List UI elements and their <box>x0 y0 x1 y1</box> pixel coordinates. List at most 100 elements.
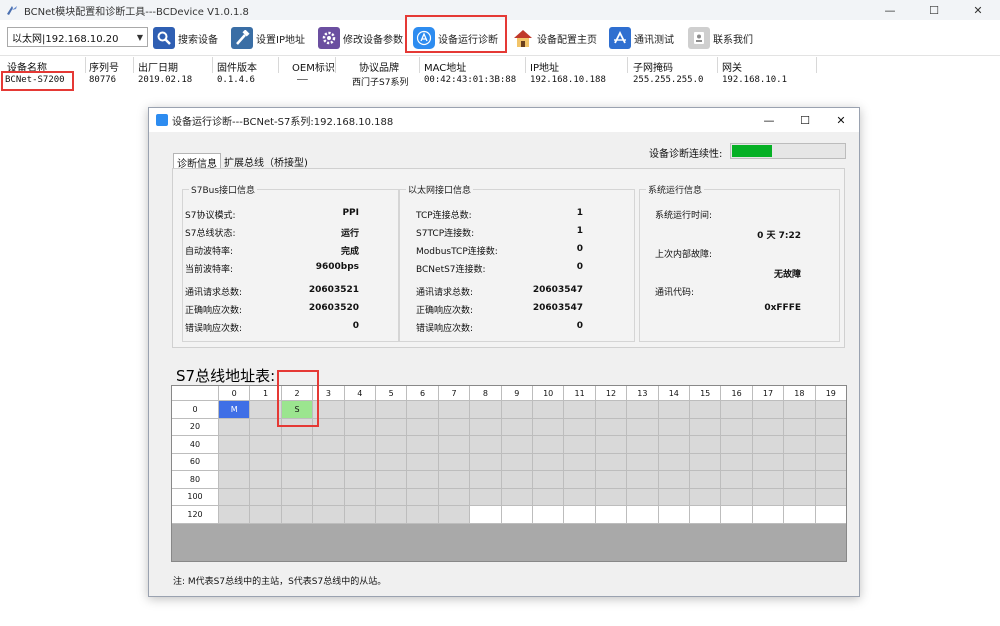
address-cell <box>438 436 471 454</box>
master-station-cell: M <box>219 401 251 419</box>
address-cell <box>533 506 565 524</box>
chevron-down-icon: ▼ <box>136 33 143 42</box>
fault-label: 上次内部故障: <box>655 250 713 260</box>
col-ip[interactable]: IP地址 <box>530 59 559 74</box>
col-gateway[interactable]: 网关 <box>722 59 742 74</box>
field-label: 当前波特率: <box>185 265 234 275</box>
network-adapter-select[interactable]: 以太网|192.168.10.20 ▼ <box>7 27 148 47</box>
column-header: 6 <box>407 386 439 401</box>
column-divider <box>85 57 86 73</box>
address-cell <box>533 471 565 489</box>
cell-gateway: 192.168.10.1 <box>722 75 788 85</box>
address-cell <box>344 453 376 471</box>
column-header: 7 <box>438 386 471 401</box>
column-divider <box>335 57 336 73</box>
address-cell <box>784 506 816 524</box>
col-mac[interactable]: MAC地址 <box>424 59 466 74</box>
address-cell <box>313 471 345 489</box>
address-cell <box>721 471 753 489</box>
address-cell <box>815 436 846 454</box>
address-cell <box>533 488 565 506</box>
address-cell <box>595 401 628 419</box>
group-title: S7Bus接口信息 <box>189 183 258 196</box>
column-divider <box>212 57 213 73</box>
col-date[interactable]: 出厂日期 <box>138 59 178 74</box>
dialog-minimize-button[interactable]: — <box>751 108 787 132</box>
address-cell <box>533 401 565 419</box>
address-cell <box>690 401 722 419</box>
config-home-button[interactable]: 设备配置主页 <box>512 23 597 53</box>
address-cell <box>815 401 846 419</box>
address-cell <box>721 453 753 471</box>
column-header: 9 <box>501 386 533 401</box>
address-cell <box>470 436 502 454</box>
address-cell <box>501 506 533 524</box>
field-value: 1 <box>576 226 583 236</box>
address-cell <box>438 418 471 436</box>
address-cell <box>752 471 785 489</box>
address-cell <box>407 401 439 419</box>
cell-oem: —— <box>297 75 308 85</box>
address-cell <box>438 488 471 506</box>
minimize-button[interactable]: — <box>868 0 912 20</box>
comm-test-button[interactable]: 通讯测试 <box>609 23 674 53</box>
address-cell <box>407 471 439 489</box>
address-cell <box>376 401 408 419</box>
comm-code-label: 通讯代码: <box>655 288 695 298</box>
address-cell <box>784 453 816 471</box>
address-cell <box>658 418 690 436</box>
column-header: 5 <box>376 386 408 401</box>
address-cell <box>407 506 439 524</box>
dialog-close-button[interactable]: ✕ <box>823 108 859 132</box>
address-cell <box>690 471 722 489</box>
col-subnet[interactable]: 子网掩码 <box>633 59 673 74</box>
maximize-button[interactable]: ☐ <box>912 0 956 20</box>
field-label: 自动波特率: <box>185 247 234 257</box>
col-oem[interactable]: OEM标识 <box>292 59 335 74</box>
table-row[interactable]: BCNet-S7200 80776 2019.02.18 0.1.4.6 —— … <box>0 73 1000 89</box>
grid-corner-cell <box>172 386 219 401</box>
cell-brand: 西门子S7系列 <box>352 78 409 88</box>
address-cell <box>281 453 314 471</box>
address-cell <box>564 436 596 454</box>
field-value: 0 <box>576 321 583 331</box>
column-header: 12 <box>595 386 628 401</box>
address-cell <box>564 453 596 471</box>
address-cell <box>501 488 533 506</box>
address-cell <box>815 418 846 436</box>
runtime-label: 系统运行时间: <box>655 211 713 221</box>
field-label: ModbusTCP连接数: <box>416 247 498 257</box>
address-cell <box>752 506 785 524</box>
col-brand[interactable]: 协议品牌 <box>359 59 399 74</box>
search-device-button[interactable]: 搜索设备 <box>153 23 218 53</box>
row-header: 20 <box>172 418 219 436</box>
close-button[interactable]: ✕ <box>956 0 1000 20</box>
address-cell <box>752 436 785 454</box>
address-cell <box>470 453 502 471</box>
set-ip-button[interactable]: 设置IP地址 <box>231 23 305 53</box>
col-firmware[interactable]: 固件版本 <box>217 59 257 74</box>
address-cell <box>344 401 376 419</box>
address-cell <box>627 436 659 454</box>
ethernet-group: 以太网接口信息 TCP连接总数: 1 S7TCP连接数: 1 ModbusTCP… <box>399 183 635 342</box>
address-cell <box>376 436 408 454</box>
column-divider <box>133 57 134 73</box>
address-cell <box>376 506 408 524</box>
address-cell <box>595 488 628 506</box>
field-value: PPI <box>342 208 359 218</box>
column-header: 0 <box>219 386 251 401</box>
cell-mac: 00:42:43:01:3B:88 <box>424 75 517 85</box>
address-cell <box>690 506 722 524</box>
col-serial[interactable]: 序列号 <box>89 59 119 74</box>
column-header: 14 <box>658 386 690 401</box>
row-header: 100 <box>172 488 219 506</box>
group-title: 系统运行信息 <box>646 183 705 196</box>
dialog-maximize-button[interactable]: ☐ <box>787 108 823 132</box>
column-header: 17 <box>752 386 785 401</box>
modify-params-button[interactable]: 修改设备参数 <box>318 23 403 53</box>
contact-us-button[interactable]: 联系我们 <box>688 23 753 53</box>
field-label: 通讯请求总数: <box>416 288 474 298</box>
address-cell <box>376 418 408 436</box>
address-cell <box>627 506 659 524</box>
address-cell <box>501 436 533 454</box>
